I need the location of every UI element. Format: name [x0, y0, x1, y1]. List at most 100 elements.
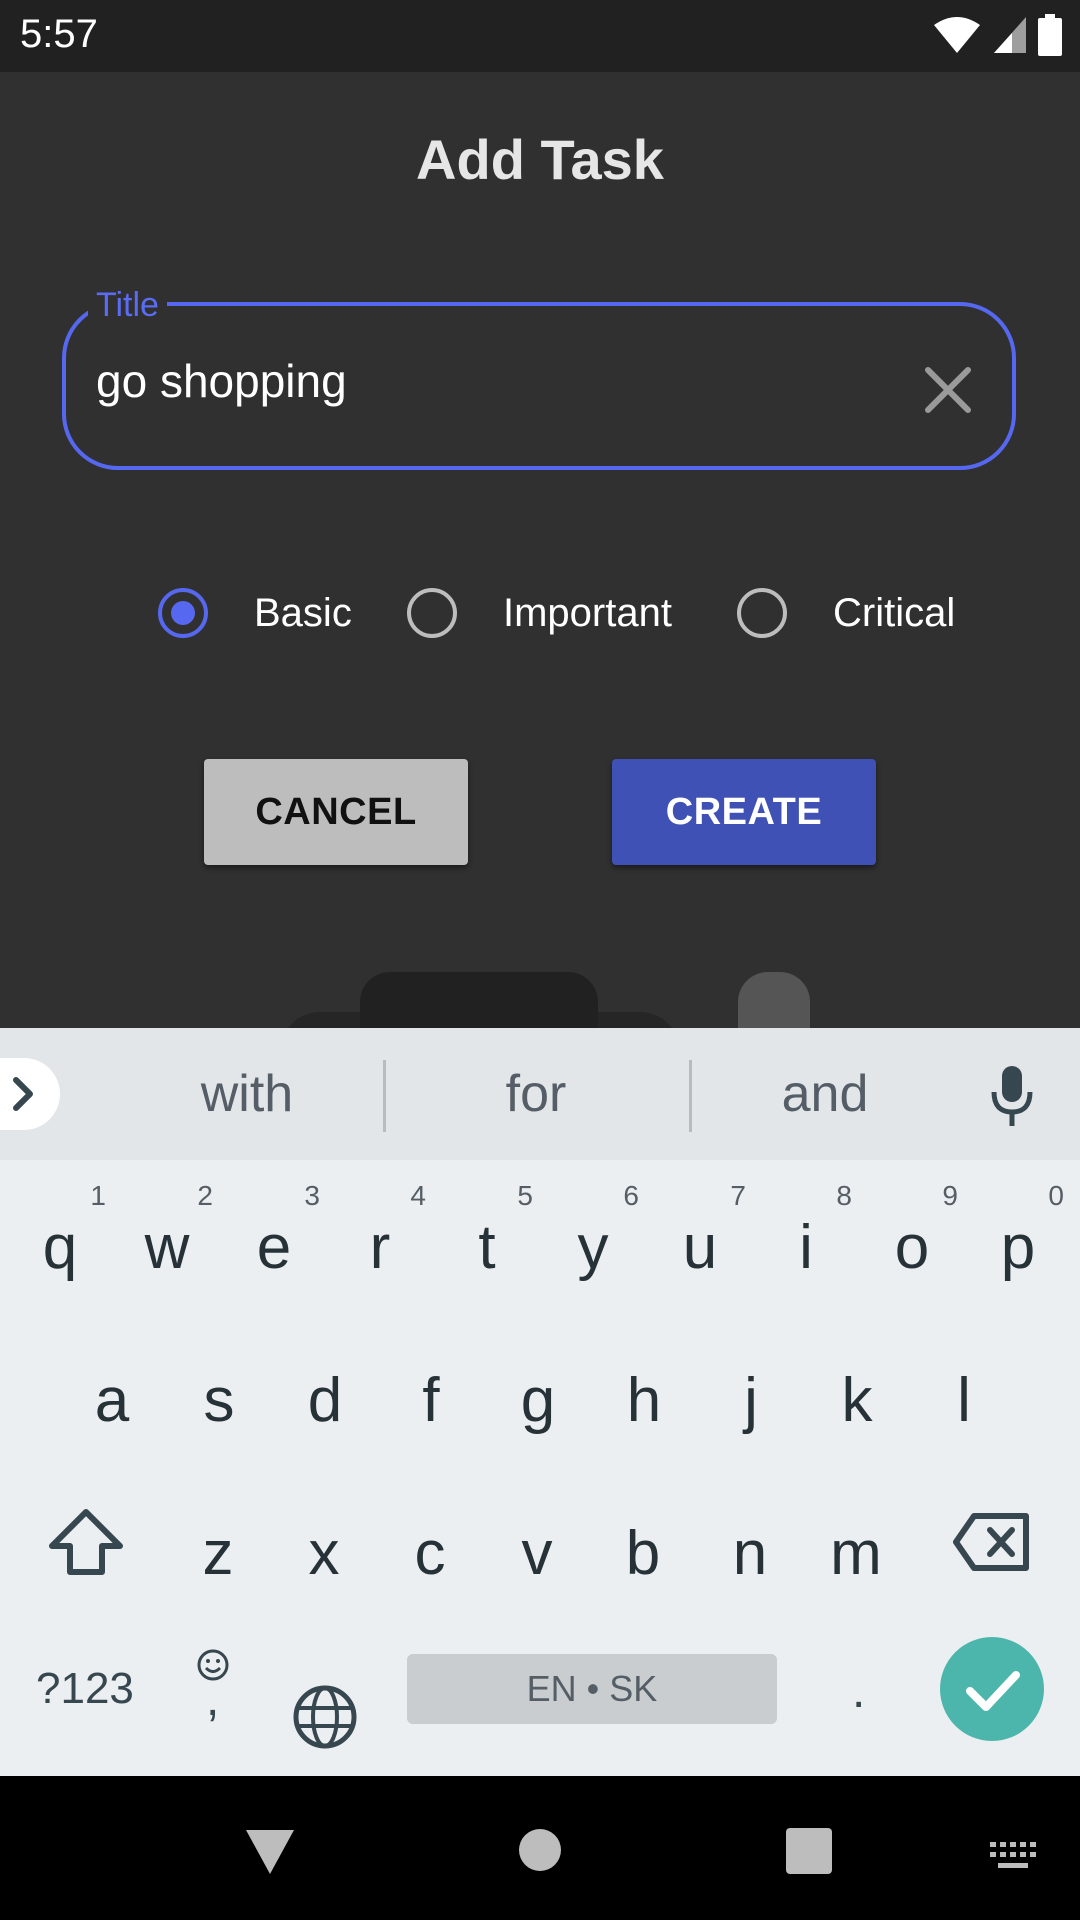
suggestion-2[interactable]: for [396, 1064, 676, 1124]
suggestion-1[interactable]: with [107, 1064, 387, 1124]
keyboard-switch-icon[interactable] [990, 1842, 1036, 1870]
back-icon[interactable] [244, 1828, 296, 1876]
key-hint: 5 [517, 1180, 533, 1211]
microphone-icon[interactable] [990, 1064, 1034, 1128]
backspace-key[interactable] [952, 1512, 1032, 1577]
key-hint: 7 [730, 1180, 746, 1211]
key-t[interactable]: 5t [437, 1180, 537, 1300]
key-d[interactable]: d [275, 1333, 375, 1453]
radio-basic[interactable]: Basic [158, 577, 352, 649]
key-hint: 2 [197, 1180, 213, 1211]
key-hint: 4 [410, 1180, 426, 1211]
add-task-dialog: Add Task Title go shopping Basic Importa… [0, 72, 1080, 1028]
key-label: r [369, 1213, 391, 1282]
key-g[interactable]: g [488, 1333, 588, 1453]
background-shape [738, 972, 810, 1028]
cell-signal-icon [994, 17, 1026, 53]
key-label: f [422, 1366, 440, 1435]
status-icons [932, 14, 1062, 56]
key-hint: 9 [942, 1180, 958, 1211]
priority-radio-group: Basic Important Critical [0, 577, 1080, 657]
key-label: j [744, 1366, 758, 1435]
key-u[interactable]: 7u [650, 1180, 750, 1300]
key-label: w [144, 1213, 190, 1282]
key-k[interactable]: k [807, 1333, 907, 1453]
key-r[interactable]: 4r [330, 1180, 430, 1300]
dialog-title: Add Task [416, 128, 664, 191]
emoji-comma-key[interactable]: , [196, 1648, 230, 1726]
period-key[interactable]: . [852, 1664, 865, 1719]
language-key[interactable] [292, 1684, 358, 1755]
radio-important[interactable]: Important [407, 577, 672, 649]
key-label: a [94, 1366, 130, 1435]
cancel-button[interactable]: CANCEL [204, 759, 468, 865]
create-button[interactable]: CREATE [612, 759, 876, 865]
key-v[interactable]: v [487, 1486, 587, 1606]
key-label: q [42, 1213, 78, 1282]
enter-key[interactable] [940, 1637, 1044, 1741]
key-q[interactable]: 1q [10, 1180, 110, 1300]
key-o[interactable]: 9o [862, 1180, 962, 1300]
key-label: l [957, 1366, 971, 1435]
key-label: y [577, 1213, 609, 1282]
radio-important-circle[interactable] [407, 588, 457, 638]
key-n[interactable]: n [700, 1486, 800, 1606]
background-shape [360, 972, 598, 1028]
key-label: x [308, 1519, 340, 1588]
key-label: s [203, 1366, 235, 1435]
home-icon[interactable] [518, 1828, 562, 1872]
space-key[interactable]: EN • SK [407, 1654, 777, 1724]
key-h[interactable]: h [594, 1333, 694, 1453]
title-input-value[interactable]: go shopping [96, 354, 347, 408]
key-e[interactable]: 3e [224, 1180, 324, 1300]
radio-critical-label: Critical [833, 590, 956, 635]
radio-basic-circle[interactable] [158, 588, 208, 638]
key-label: h [626, 1366, 662, 1435]
recents-icon[interactable] [786, 1828, 832, 1874]
key-hint: 0 [1048, 1180, 1064, 1211]
key-label: d [307, 1366, 343, 1435]
chevron-right-icon [13, 1077, 33, 1111]
key-label: m [830, 1519, 882, 1588]
key-x[interactable]: x [274, 1486, 374, 1606]
check-icon [966, 1671, 1020, 1711]
key-label: g [520, 1366, 556, 1435]
key-label: o [894, 1213, 930, 1282]
backspace-icon [953, 1513, 1029, 1571]
key-c[interactable]: c [380, 1486, 480, 1606]
suggestion-divider [383, 1060, 386, 1132]
shift-icon [49, 1509, 123, 1575]
key-l[interactable]: l [914, 1333, 1014, 1453]
shift-key[interactable] [44, 1506, 128, 1583]
suggestion-expand-button[interactable] [0, 1058, 60, 1130]
key-label: e [256, 1213, 292, 1282]
symbols-key[interactable]: ?123 [36, 1664, 134, 1714]
key-hint: 1 [90, 1180, 106, 1211]
key-w[interactable]: 2w [117, 1180, 217, 1300]
suggestion-bar: with for and [0, 1028, 1080, 1160]
key-i[interactable]: 8i [756, 1180, 856, 1300]
key-b[interactable]: b [593, 1486, 693, 1606]
key-p[interactable]: 0p [968, 1180, 1068, 1300]
key-m[interactable]: m [806, 1486, 906, 1606]
key-a[interactable]: a [62, 1333, 162, 1453]
wifi-icon [934, 17, 980, 53]
navigation-bar [0, 1776, 1080, 1920]
comma-label: , [206, 1673, 220, 1726]
radio-critical-circle[interactable] [737, 588, 787, 638]
key-label: z [202, 1519, 234, 1588]
radio-critical[interactable]: Critical [737, 577, 955, 649]
key-hint: 8 [836, 1180, 852, 1211]
status-time: 5:57 [20, 12, 98, 56]
key-label: u [682, 1213, 718, 1282]
key-z[interactable]: z [168, 1486, 268, 1606]
clear-icon[interactable] [918, 360, 978, 420]
key-s[interactable]: s [169, 1333, 269, 1453]
key-label: n [732, 1519, 768, 1588]
key-f[interactable]: f [381, 1333, 481, 1453]
suggestion-3[interactable]: and [685, 1064, 965, 1124]
status-bar: 5:57 [0, 0, 1080, 72]
key-y[interactable]: 6y [543, 1180, 643, 1300]
key-j[interactable]: j [701, 1333, 801, 1453]
battery-icon [1038, 14, 1062, 56]
